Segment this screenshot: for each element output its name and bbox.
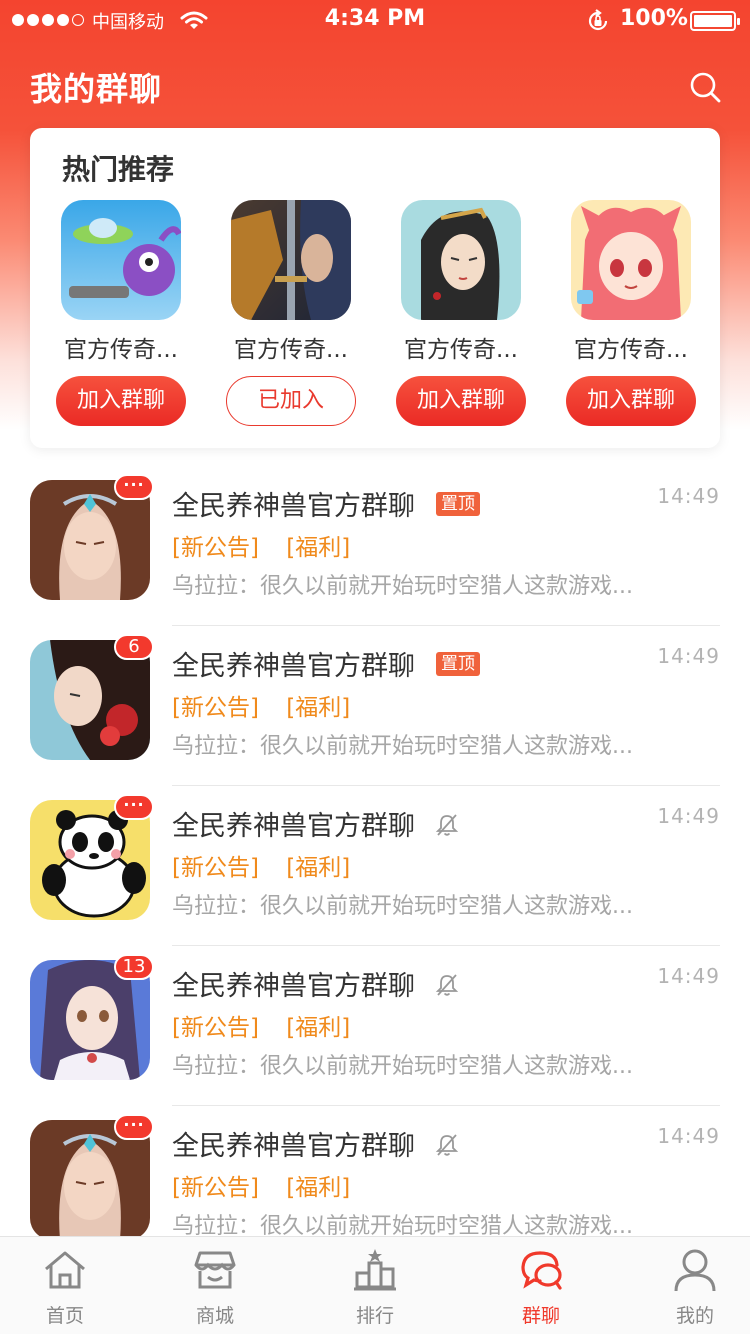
game-icon[interactable] bbox=[231, 200, 351, 320]
tab-label: 首页 bbox=[45, 1305, 84, 1327]
notice-tag: [新公告] bbox=[172, 855, 259, 881]
recommend-item-name: 官方传奇... bbox=[574, 337, 688, 363]
page-title: 我的群聊 bbox=[30, 70, 163, 108]
store-icon bbox=[194, 1251, 236, 1289]
rotation-lock-icon bbox=[588, 9, 608, 31]
message-time: 14:49 bbox=[657, 964, 720, 988]
message-time: 14:49 bbox=[657, 644, 720, 668]
welfare-tag: [福利] bbox=[286, 1015, 351, 1041]
tag-row: [新公告] [福利] bbox=[172, 528, 370, 562]
hot-recommend-title: 热门推荐 bbox=[62, 153, 175, 186]
notice-tag: [新公告] bbox=[172, 695, 259, 721]
join-group-button[interactable]: 加入群聊 bbox=[396, 376, 526, 426]
join-group-button[interactable]: 加入群聊 bbox=[56, 376, 186, 426]
battery-percentage: 100% bbox=[620, 6, 688, 31]
message-time: 14:49 bbox=[657, 1124, 720, 1148]
tab-home[interactable]: 首页 bbox=[10, 1247, 120, 1328]
tab-store[interactable]: 商城 bbox=[160, 1247, 270, 1328]
ranking-icon bbox=[354, 1249, 396, 1291]
mute-bell-icon bbox=[435, 814, 459, 836]
home-icon bbox=[45, 1251, 85, 1289]
welfare-tag: [福利] bbox=[286, 855, 351, 881]
recommend-item-name: 官方传奇... bbox=[234, 337, 348, 363]
group-name: 全民养神兽官方群聊 bbox=[172, 1131, 415, 1162]
tag-row: [新公告] [福利] bbox=[172, 848, 370, 882]
joined-button[interactable]: 已加入 bbox=[226, 376, 356, 426]
unread-badge: ··· bbox=[114, 474, 154, 500]
notice-tag: [新公告] bbox=[172, 1175, 259, 1201]
recommend-item: 官方传奇... 加入群聊 bbox=[46, 200, 196, 426]
group-chat-icon bbox=[521, 1251, 562, 1290]
message-preview: 乌拉拉：很久以前就开始玩时空猎人这款游戏... bbox=[172, 734, 633, 759]
tag-row: [新公告] [福利] bbox=[172, 688, 370, 722]
notice-tag: [新公告] bbox=[172, 535, 259, 561]
game-icon[interactable] bbox=[61, 200, 181, 320]
welfare-tag: [福利] bbox=[286, 695, 351, 721]
search-icon[interactable] bbox=[688, 70, 722, 104]
recommend-item-name: 官方传奇... bbox=[404, 337, 518, 363]
message-preview: 乌拉拉：很久以前就开始玩时空猎人这款游戏... bbox=[172, 574, 633, 599]
status-bar: 中国移动 4:34 PM 100% bbox=[0, 0, 750, 40]
chat-list-item[interactable]: 13 全民养神兽官方群聊 14:49 [新公告] [福利] 乌拉拉：很久以前就开… bbox=[0, 954, 750, 1120]
group-name: 全民养神兽官方群聊 bbox=[172, 491, 415, 522]
tab-group-chat[interactable]: 群聊 bbox=[486, 1247, 596, 1328]
tag-row: [新公告] [福利] bbox=[172, 1168, 370, 1202]
mute-bell-icon bbox=[435, 974, 459, 996]
recommend-item: 官方传奇... 加入群聊 bbox=[386, 200, 536, 426]
tag-row: [新公告] [福利] bbox=[172, 1008, 370, 1042]
battery-icon bbox=[690, 11, 740, 31]
chat-list-item[interactable]: ··· 全民养神兽官方群聊 置顶 14:49 [新公告] [福利] 乌拉拉：很久… bbox=[0, 474, 750, 640]
divider bbox=[172, 785, 720, 786]
divider bbox=[172, 625, 720, 626]
group-name: 全民养神兽官方群聊 bbox=[172, 651, 415, 682]
notice-tag: [新公告] bbox=[172, 1015, 259, 1041]
game-icon[interactable] bbox=[571, 200, 691, 320]
recommend-item: 官方传奇... 加入群聊 bbox=[556, 200, 706, 426]
tab-ranking[interactable]: 排行 bbox=[320, 1247, 430, 1328]
group-name: 全民养神兽官方群聊 bbox=[172, 811, 415, 842]
unread-badge: ··· bbox=[114, 1114, 154, 1140]
profile-icon bbox=[674, 1249, 716, 1292]
tab-label: 群聊 bbox=[521, 1305, 560, 1327]
pinned-tag: 置顶 bbox=[436, 652, 480, 676]
divider bbox=[172, 1105, 720, 1106]
welfare-tag: [福利] bbox=[286, 1175, 351, 1201]
group-name: 全民养神兽官方群聊 bbox=[172, 971, 415, 1002]
mute-bell-icon bbox=[435, 1134, 459, 1156]
chat-list-item[interactable]: 6 全民养神兽官方群聊 置顶 14:49 [新公告] [福利] 乌拉拉：很久以前… bbox=[0, 634, 750, 800]
unread-badge: 13 bbox=[114, 954, 154, 980]
message-preview: 乌拉拉：很久以前就开始玩时空猎人这款游戏... bbox=[172, 1054, 633, 1079]
hot-recommend-card: 热门推荐 官方传奇... 加入群聊 官方传奇... 已加入 官方传奇... 加入… bbox=[30, 128, 720, 448]
tab-label: 商城 bbox=[195, 1305, 234, 1327]
divider bbox=[172, 945, 720, 946]
join-group-button[interactable]: 加入群聊 bbox=[566, 376, 696, 426]
unread-badge: 6 bbox=[114, 634, 154, 660]
chat-list-item[interactable]: ··· 全民养神兽官方群聊 14:49 [新公告] [福利] 乌拉拉：很久以前就… bbox=[0, 794, 750, 960]
welfare-tag: [福利] bbox=[286, 535, 351, 561]
message-time: 14:49 bbox=[657, 804, 720, 828]
recommend-item: 官方传奇... 已加入 bbox=[216, 200, 366, 426]
tab-profile[interactable]: 我的 bbox=[640, 1247, 750, 1328]
tab-label: 排行 bbox=[355, 1305, 394, 1327]
message-time: 14:49 bbox=[657, 484, 720, 508]
recommend-item-name: 官方传奇... bbox=[64, 337, 178, 363]
unread-badge: ··· bbox=[114, 794, 154, 820]
bottom-tab-bar: 首页 商城 排行 群聊 我的 bbox=[0, 1236, 750, 1334]
game-icon[interactable] bbox=[401, 200, 521, 320]
pinned-tag: 置顶 bbox=[436, 492, 480, 516]
group-chat-page: 中国移动 4:34 PM 100% 我的群聊 热门推荐 官方传奇... 加入群聊… bbox=[0, 0, 750, 1334]
tab-label: 我的 bbox=[675, 1305, 714, 1327]
message-preview: 乌拉拉：很久以前就开始玩时空猎人这款游戏... bbox=[172, 894, 633, 919]
